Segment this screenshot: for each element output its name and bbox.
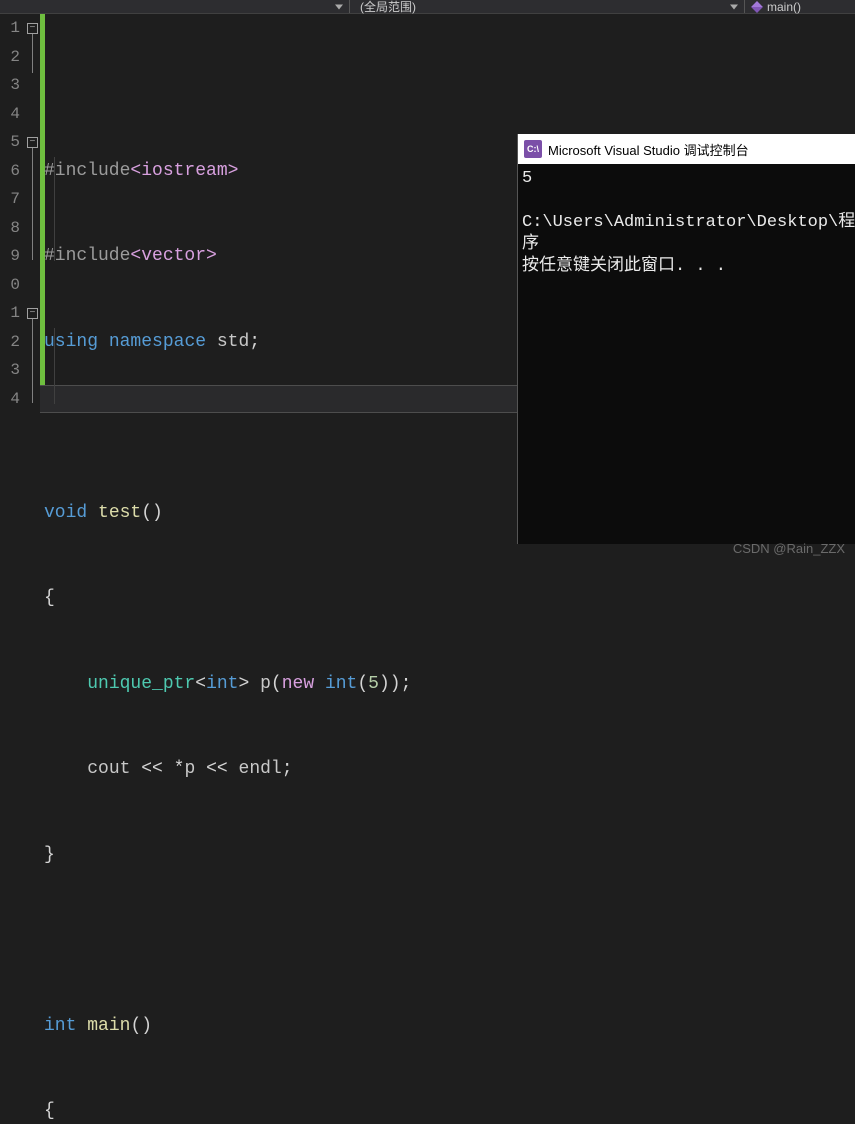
line-number: 2 — [0, 43, 20, 72]
code-line: } — [40, 841, 855, 870]
line-number: 5 — [0, 128, 20, 157]
code-line: unique_ptr<int> p(new int(5)); — [40, 670, 855, 699]
line-number: 4 — [0, 385, 20, 414]
code-line: int main() — [40, 1012, 855, 1041]
code-line: using namespace std; — [40, 328, 855, 357]
fold-box-icon[interactable] — [27, 137, 38, 148]
line-number: 1 — [0, 14, 20, 43]
fold-guide — [32, 319, 33, 403]
watermark: CSDN @Rain_ZZX — [733, 541, 845, 556]
line-number: 9 — [0, 242, 20, 271]
line-number: 1 — [0, 299, 20, 328]
line-number: 4 — [0, 100, 20, 129]
scope-dropdown-mid[interactable]: (全局范围) — [350, 0, 745, 13]
code-line: void test() — [40, 499, 855, 528]
line-number: 6 — [0, 157, 20, 186]
line-number: 3 — [0, 356, 20, 385]
code-line — [40, 926, 855, 955]
fold-guide — [32, 148, 33, 260]
method-icon — [751, 1, 763, 13]
visual-studio-icon: C:\ — [524, 140, 542, 158]
code-line: { — [40, 584, 855, 613]
function-dropdown[interactable]: main() — [745, 0, 855, 13]
line-number: 3 — [0, 71, 20, 100]
fold-guide — [32, 34, 33, 73]
outlining-margin — [26, 14, 40, 562]
code-line: cout << *p << endl; — [40, 755, 855, 784]
scope-dropdown-left[interactable] — [0, 0, 350, 13]
line-number: 8 — [0, 214, 20, 243]
line-number: 7 — [0, 185, 20, 214]
fold-box-icon[interactable] — [27, 23, 38, 34]
chevron-down-icon — [335, 4, 343, 9]
navigation-bar: (全局范围) main() — [0, 0, 855, 14]
code-line: #include<vector> — [40, 242, 855, 271]
function-label: main() — [767, 0, 801, 14]
code-line: #include<iostream> — [40, 157, 855, 186]
line-number: 0 — [0, 271, 20, 300]
chevron-down-icon — [730, 4, 738, 9]
line-number-gutter: 1 2 3 4 5 6 7 8 9 0 1 2 3 4 — [0, 14, 26, 562]
code-line: { — [40, 1097, 855, 1124]
line-number: 2 — [0, 328, 20, 357]
fold-box-icon[interactable] — [27, 308, 38, 319]
scope-label: (全局范围) — [360, 0, 416, 15]
